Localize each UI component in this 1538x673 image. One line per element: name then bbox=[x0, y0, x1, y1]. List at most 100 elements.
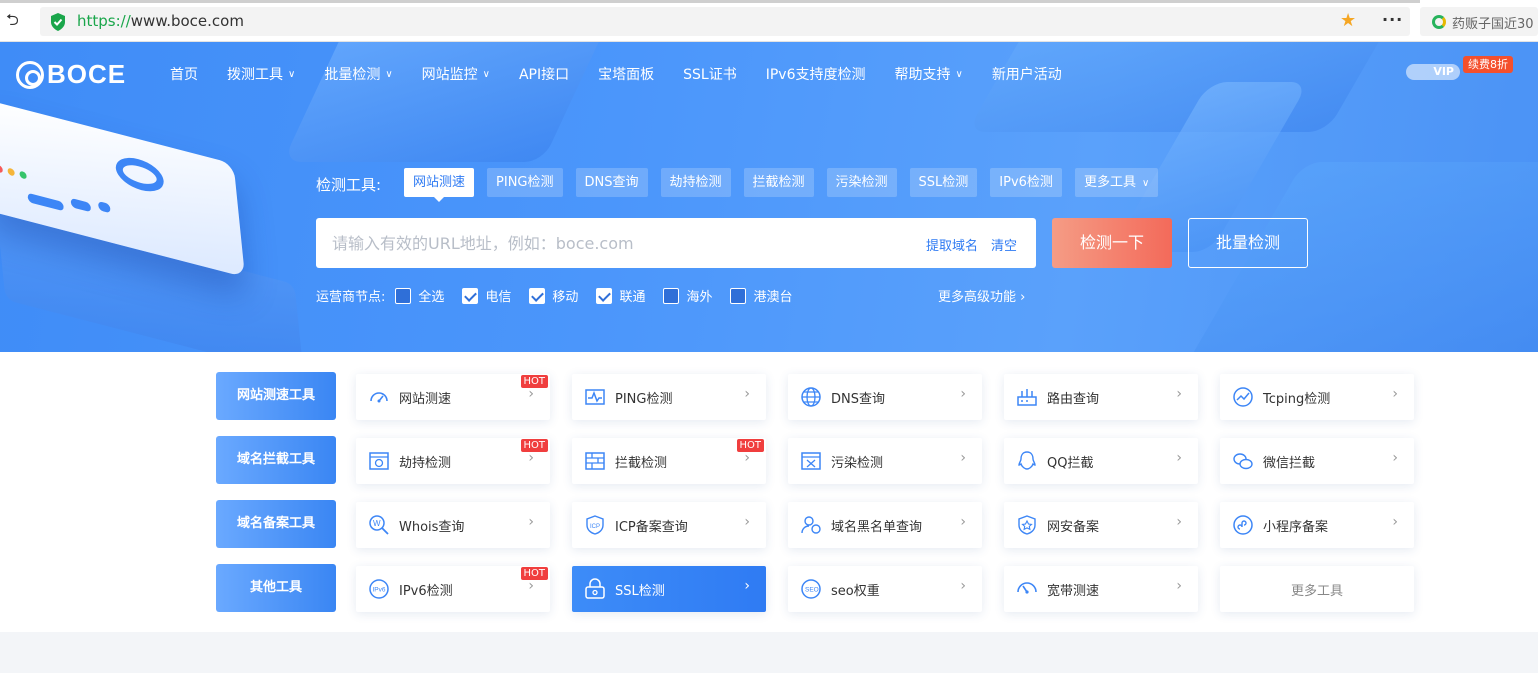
hot-badge: HOT bbox=[520, 567, 548, 580]
tool-label: 网安备案 bbox=[1047, 520, 1100, 535]
nav-item-batch[interactable]: 批量检测 ∨ bbox=[324, 64, 392, 84]
speedometer-icon bbox=[370, 392, 388, 403]
tab-ipv6[interactable]: IPv6检测 bbox=[990, 168, 1062, 197]
tool-tile[interactable]: 劫持检测 › HOT bbox=[356, 438, 550, 484]
batch-check-button[interactable]: 批量检测 bbox=[1188, 218, 1308, 268]
tab-pollution[interactable]: 污染检测 bbox=[826, 168, 897, 197]
tool-tile[interactable]: 网安备案 › bbox=[1004, 502, 1198, 548]
tool-tile[interactable]: W Whois查询 › bbox=[356, 502, 550, 548]
ipv6-icon: IPv6 bbox=[369, 579, 389, 599]
tool-tile[interactable]: 网站测速 › HOT bbox=[356, 374, 550, 420]
tool-tile[interactable]: 更多工具 bbox=[1220, 566, 1414, 612]
security-badge-icon bbox=[1018, 515, 1036, 535]
tab-ping[interactable]: PING检测 bbox=[487, 168, 563, 197]
globe-icon bbox=[801, 387, 821, 407]
boce-logo[interactable]: BOCE bbox=[16, 59, 126, 90]
checkbox-unicom[interactable] bbox=[596, 287, 613, 304]
isp-node-selector: 运营商节点: 全选 电信 移动 联通 海外 港澳台 bbox=[316, 286, 810, 305]
nav-item-baota[interactable]: 宝塔面板 bbox=[598, 64, 654, 84]
tool-tile[interactable]: ICP ICP备案查询 › bbox=[572, 502, 766, 548]
check-button[interactable]: 检测一下 bbox=[1052, 218, 1172, 268]
tool-tile[interactable]: 拦截检测 › HOT bbox=[572, 438, 766, 484]
isp-option-unicom[interactable]: 联通 bbox=[596, 286, 645, 305]
svg-text:SEO: SEO bbox=[805, 587, 819, 594]
vip-discount-badge[interactable]: 续费8折 bbox=[1463, 56, 1513, 73]
checkbox-overseas[interactable] bbox=[663, 287, 680, 304]
vip-diamond-icon[interactable]: VIP bbox=[1406, 64, 1460, 80]
category-other-tools[interactable]: 其他工具 bbox=[216, 564, 336, 612]
nav-item-api[interactable]: API接口 bbox=[519, 64, 569, 84]
tool-tile[interactable]: 路由查询 › bbox=[1004, 374, 1198, 420]
tool-tile[interactable]: Tcping检测 › bbox=[1220, 374, 1414, 420]
tool-tile[interactable]: 污染检测 › bbox=[788, 438, 982, 484]
icp-shield-icon: ICP bbox=[586, 515, 604, 535]
tool-label: SSL检测 bbox=[615, 584, 665, 599]
isp-option-hk-mo-tw[interactable]: 港澳台 bbox=[730, 286, 792, 305]
whois-search-icon: W bbox=[369, 515, 389, 535]
nav-item-home[interactable]: 首页 bbox=[170, 64, 198, 84]
tool-tile[interactable]: PING检测 › bbox=[572, 374, 766, 420]
chevron-down-icon: ∨ bbox=[955, 68, 963, 80]
url-text: https://www.boce.com bbox=[77, 12, 244, 30]
isp-option-overseas[interactable]: 海外 bbox=[663, 286, 712, 305]
tool-tile[interactable]: DNS查询 › bbox=[788, 374, 982, 420]
chevron-right-icon: › bbox=[528, 514, 534, 530]
tool-tile[interactable]: QQ拦截 › bbox=[1004, 438, 1198, 484]
checkbox-hk-mo-tw[interactable] bbox=[730, 287, 747, 304]
isp-option-all[interactable]: 全选 bbox=[395, 286, 444, 305]
tool-tabs: 网站测速 PING检测 DNS查询 劫持检测 拦截检测 污染检测 SSL检测 I… bbox=[404, 168, 1171, 202]
back-icon[interactable]: ⮌ bbox=[6, 12, 22, 28]
tool-label: DNS查询 bbox=[831, 392, 885, 407]
tool-label: PING检测 bbox=[615, 392, 673, 407]
isp-option-telecom[interactable]: 电信 bbox=[462, 286, 511, 305]
chevron-right-icon: › bbox=[744, 578, 750, 594]
clear-link[interactable]: 清空 bbox=[991, 235, 1017, 254]
browser-toolbar: ⮌ https://www.boce.com ★ ··· 药贩子国近30 bbox=[0, 0, 1538, 42]
category-filing-tools[interactable]: 域名备案工具 bbox=[216, 500, 336, 548]
nav-item-ssl-cert[interactable]: SSL证书 bbox=[683, 64, 737, 84]
url-input[interactable] bbox=[332, 231, 892, 255]
svg-text:W: W bbox=[373, 519, 381, 528]
bookmark-star-icon[interactable]: ★ bbox=[1340, 10, 1356, 31]
nav-item-dial-tools[interactable]: 拨测工具 ∨ bbox=[227, 64, 295, 84]
more-menu-icon[interactable]: ··· bbox=[1382, 10, 1403, 29]
address-bar[interactable]: https://www.boce.com ★ ··· bbox=[40, 7, 1410, 36]
hot-badge: HOT bbox=[520, 439, 548, 452]
checkbox-mobile[interactable] bbox=[529, 287, 546, 304]
hijack-icon bbox=[369, 452, 389, 470]
side-tab[interactable]: 药贩子国近30 bbox=[1420, 7, 1538, 36]
nav-item-new-user[interactable]: 新用户活动 bbox=[992, 64, 1062, 84]
tool-tile[interactable]: 微信拦截 › bbox=[1220, 438, 1414, 484]
chevron-right-icon: › bbox=[960, 450, 966, 466]
tab-more-tools[interactable]: 更多工具 ∨ bbox=[1074, 168, 1159, 197]
chevron-right-icon: › bbox=[960, 578, 966, 594]
category-block-tools[interactable]: 域名拦截工具 bbox=[216, 436, 336, 484]
pollution-icon bbox=[801, 452, 821, 470]
nav-item-monitor[interactable]: 网站监控 ∨ bbox=[422, 64, 490, 84]
nav-item-help[interactable]: 帮助支持 ∨ bbox=[894, 64, 962, 84]
tab-website-speed[interactable]: 网站测速 bbox=[404, 168, 475, 202]
chevron-right-icon: › bbox=[1020, 290, 1026, 305]
tool-label: ICP备案查询 bbox=[615, 520, 688, 535]
tool-tile[interactable]: SSL检测 › bbox=[572, 566, 766, 612]
tool-tile[interactable]: 域名黑名单查询 › bbox=[788, 502, 982, 548]
tool-tile[interactable]: IPv6 IPv6检测 › HOT bbox=[356, 566, 550, 612]
chevron-down-icon: ∨ bbox=[385, 68, 393, 80]
tool-label: 小程序备案 bbox=[1263, 520, 1329, 535]
checkbox-all[interactable] bbox=[395, 287, 412, 304]
nav-item-ipv6[interactable]: IPv6支持度检测 bbox=[766, 64, 866, 84]
tab-block[interactable]: 拦截检测 bbox=[743, 168, 814, 197]
isp-option-mobile[interactable]: 移动 bbox=[529, 286, 578, 305]
tab-ssl[interactable]: SSL检测 bbox=[909, 168, 978, 197]
wechat-icon bbox=[1233, 453, 1253, 470]
tool-label: 污染检测 bbox=[831, 456, 884, 471]
tool-tile[interactable]: 宽带测速 › bbox=[1004, 566, 1198, 612]
tab-dns[interactable]: DNS查询 bbox=[575, 168, 648, 197]
tool-tile[interactable]: SEO seo权重 › bbox=[788, 566, 982, 612]
extract-domain-link[interactable]: 提取域名 bbox=[926, 235, 978, 254]
tab-hijack[interactable]: 劫持检测 bbox=[660, 168, 731, 197]
tool-tile[interactable]: 小程序备案 › bbox=[1220, 502, 1414, 548]
category-speed-tools[interactable]: 网站测速工具 bbox=[216, 372, 336, 420]
checkbox-telecom[interactable] bbox=[462, 287, 479, 304]
more-advanced-link[interactable]: 更多高级功能 › bbox=[938, 286, 1025, 305]
